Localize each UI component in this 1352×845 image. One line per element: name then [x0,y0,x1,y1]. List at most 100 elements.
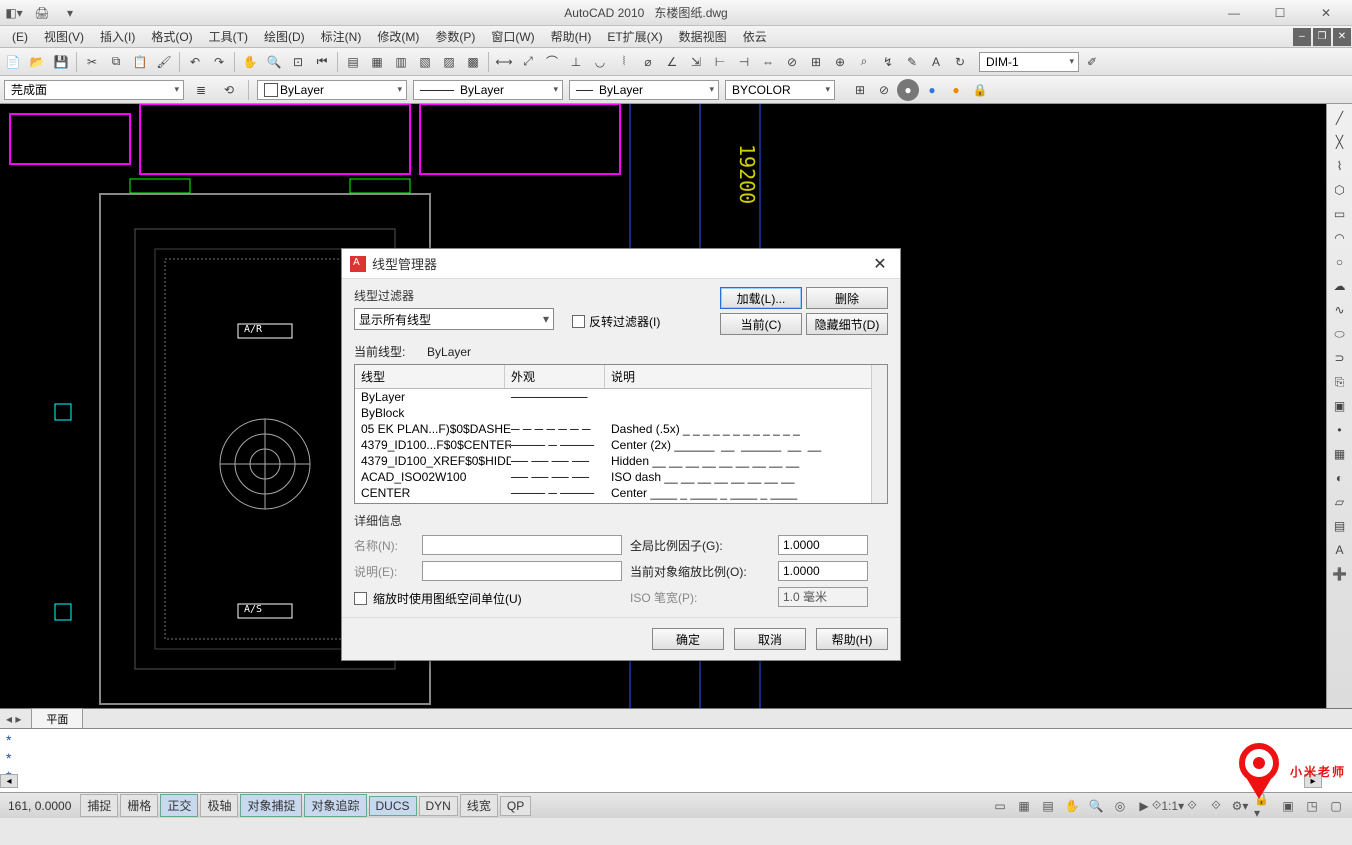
lineweight-dropdown[interactable]: ──ByLayer [569,80,719,100]
match-icon[interactable]: 🖌 [153,51,175,73]
props-icon[interactable]: ▤ [342,51,364,73]
annoauto-icon[interactable]: ⟐ [1206,797,1226,815]
desc-input[interactable] [422,561,622,581]
linetype-dropdown[interactable]: ────ByLayer [413,80,563,100]
dim-arc-icon[interactable]: ⌒ [541,51,563,73]
quickview-icon[interactable]: ▦ [1014,797,1034,815]
qcalc-icon[interactable]: ▩ [462,51,484,73]
menu-edit[interactable]: (E) [4,28,36,46]
object-input[interactable] [778,561,868,581]
dimstyle-icon[interactable]: ✐ [1081,51,1103,73]
mdi-restore[interactable]: ❐ [1313,28,1331,46]
layer-prev-icon[interactable]: ⟲ [218,79,240,101]
ellipse-icon[interactable]: ⬭ [1330,324,1350,344]
current-button[interactable]: 当前(C) [720,313,802,335]
center-mark-icon[interactable]: ⊕ [829,51,851,73]
dim-aligned-icon[interactable]: ⤢ [517,51,539,73]
xline-icon[interactable]: ╳ [1330,132,1350,152]
region-icon[interactable]: ▱ [1330,492,1350,512]
scroll-left-icon[interactable]: ◂ [0,774,18,788]
toggle-otrack[interactable]: 对象追踪 [304,794,366,817]
cut-icon[interactable]: ✂ [81,51,103,73]
toggle-qp[interactable]: QP [500,796,531,816]
revcloud-icon[interactable]: ☁ [1330,276,1350,296]
quickview-dwg-icon[interactable]: ▤ [1038,797,1058,815]
hatch-icon[interactable]: ▦ [1330,444,1350,464]
dim-jog-icon[interactable]: ⦚ [613,51,635,73]
dim-space-icon[interactable]: ⇔ [757,51,779,73]
ok-button[interactable]: 确定 [652,628,724,650]
gradient-icon[interactable]: ◐ [1330,468,1350,488]
invert-filter-checkbox[interactable] [572,315,585,328]
list-scrollbar[interactable] [871,365,887,503]
circle-orange-icon[interactable]: ● [945,79,967,101]
model-space-icon[interactable]: ▭ [990,797,1010,815]
col-appearance[interactable]: 外观 [505,365,605,388]
tpal-icon[interactable]: ▥ [390,51,412,73]
dim-radius-icon[interactable]: ◡ [589,51,611,73]
linetype-list[interactable]: 线型 外观 说明 ByLayer─────────ByBlock05 EK PL… [354,364,888,504]
menu-et[interactable]: ET扩展(X) [599,26,670,47]
dim-base-icon[interactable]: ⊢ [709,51,731,73]
menu-parametric[interactable]: 参数(P) [427,26,483,47]
redo-icon[interactable]: ↷ [208,51,230,73]
layer-states-icon[interactable]: ≣ [190,79,212,101]
dim-ang-icon[interactable]: ∠ [661,51,683,73]
pan-status-icon[interactable]: ✋ [1062,797,1082,815]
menu-view[interactable]: 视图(V) [36,26,92,47]
insert-icon[interactable]: ⎘ [1330,372,1350,392]
tab-model[interactable]: 平面 [31,708,83,729]
dim-dia-icon[interactable]: ⌀ [637,51,659,73]
undo-icon[interactable]: ↶ [184,51,206,73]
menu-yiyun[interactable]: 依云 [735,26,775,47]
circle-white-icon[interactable]: ● [897,79,919,101]
new-icon[interactable]: 📄 [2,51,24,73]
dimjog-icon[interactable]: ↯ [877,51,899,73]
mdi-minimize[interactable]: – [1293,28,1311,46]
rect-icon[interactable]: ▭ [1330,204,1350,224]
toggle-dyn[interactable]: DYN [419,796,458,816]
hide-detail-button[interactable]: 隐藏细节(D) [806,313,888,335]
load-button[interactable]: 加载(L)... [720,287,802,309]
list-item[interactable]: CENTER──── ─ ────Center ____ _ ____ _ __… [355,485,887,501]
paste-icon[interactable]: 📋 [129,51,151,73]
dimtedit-icon[interactable]: A [925,51,947,73]
ellipse-arc-icon[interactable]: ⊃ [1330,348,1350,368]
zoom-rt-icon[interactable]: 🔍 [263,51,285,73]
color-dropdown[interactable]: ByLayer [257,80,407,100]
menu-modify[interactable]: 修改(M) [369,26,427,47]
dim-ord-icon[interactable]: ⊥ [565,51,587,73]
global-input[interactable] [778,535,868,555]
col-description[interactable]: 说明 [605,365,887,388]
block-icon[interactable]: ▣ [1330,396,1350,416]
line-icon[interactable]: ╱ [1330,108,1350,128]
zoom-prev-icon[interactable]: ⏮ [311,51,333,73]
save-icon[interactable]: 💾 [50,51,72,73]
plotstyle-dropdown[interactable]: BYCOLOR [725,80,835,100]
mdi-close[interactable]: ✕ [1333,28,1351,46]
list-item[interactable]: 4379_ID100_XREF$0$HIDDEN── ── ── ──Hidde… [355,453,887,469]
close-button[interactable]: ✕ [1304,2,1348,24]
dimedit-icon[interactable]: ✎ [901,51,923,73]
pline-icon[interactable]: ⌇ [1330,156,1350,176]
list-item[interactable]: 05 EK PLAN...F)$0$DASHED2─ ─ ─ ─ ─ ─ ─Da… [355,421,887,437]
menu-window[interactable]: 窗口(W) [483,26,542,47]
menu-dataview[interactable]: 数据视图 [671,26,735,47]
toggle-lwt[interactable]: 线宽 [460,794,498,817]
addsel-icon[interactable]: ➕ [1330,564,1350,584]
menu-help[interactable]: 帮助(H) [543,26,600,47]
inspect-icon[interactable]: ⌕ [853,51,875,73]
ssm-icon[interactable]: ▧ [414,51,436,73]
qat-dropdown-icon[interactable]: ▾ [60,3,80,23]
spline-icon[interactable]: ∿ [1330,300,1350,320]
list-item[interactable]: 4379_ID100...F$0$CENTERX2──── ─ ────Cent… [355,437,887,453]
app-menu-icon[interactable]: ◧▾ [4,3,24,23]
list-item[interactable]: ByBlock [355,405,887,421]
menu-draw[interactable]: 绘图(D) [256,26,313,47]
dimstyle-dropdown[interactable]: DIM-1 [979,52,1079,72]
dialog-close-button[interactable]: ✕ [868,252,892,276]
annovis-icon[interactable]: ⟐ [1182,797,1202,815]
polygon-icon[interactable]: ⬡ [1330,180,1350,200]
menu-format[interactable]: 格式(O) [143,26,200,47]
name-input[interactable] [422,535,622,555]
